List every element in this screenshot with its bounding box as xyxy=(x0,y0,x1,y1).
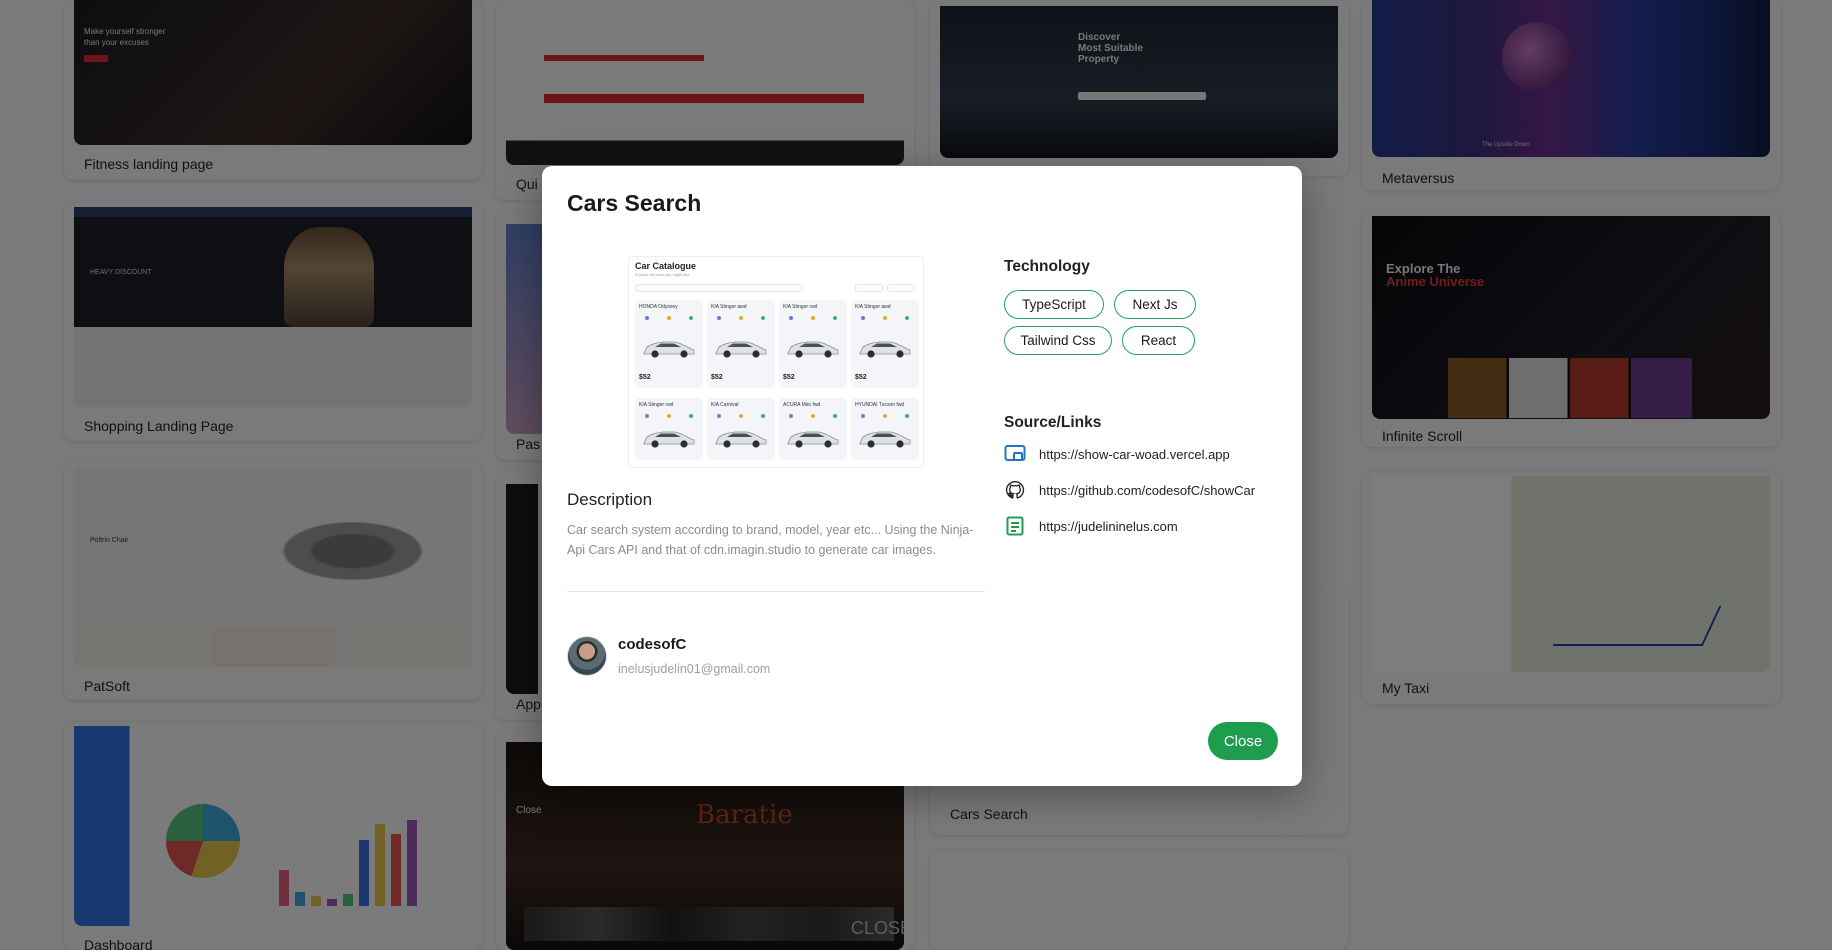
car-spec-icons xyxy=(861,414,909,418)
portfolio-link[interactable]: https://judelininelus.com xyxy=(1004,514,1178,538)
car-image xyxy=(859,341,911,358)
car-name: ACURA Mdx fwd xyxy=(783,402,821,408)
tech-chip-nextjs: Next Js xyxy=(1114,290,1196,319)
tech-chip-react: React xyxy=(1122,326,1195,355)
car-price: $52 xyxy=(711,374,723,381)
github-link[interactable]: https://github.com/codesofC/showCar xyxy=(1004,478,1255,502)
car-spec-icons xyxy=(645,414,693,418)
car-price: $52 xyxy=(855,374,867,381)
technology-heading: Technology xyxy=(1004,258,1090,275)
car-name: KIA Stinger awd xyxy=(711,304,747,310)
car-spec-icons xyxy=(717,316,765,320)
link-url: https://judelininelus.com xyxy=(1039,518,1178,534)
author-avatar xyxy=(567,636,607,676)
description-text: Car search system according to brand, mo… xyxy=(567,523,974,557)
car-name: HYUNDAI Tucson fwd xyxy=(855,402,905,408)
car-card: KIA Stinger rwd xyxy=(635,398,703,460)
tech-chip-typescript: TypeScript xyxy=(1004,290,1104,319)
car-image xyxy=(859,431,911,448)
car-spec-icons xyxy=(861,316,909,320)
sources-heading: Source/Links xyxy=(1004,414,1102,431)
preview-filter xyxy=(855,284,883,292)
divider xyxy=(567,591,985,592)
car-spec-icons xyxy=(789,316,837,320)
car-name: KIA Stinger rwd xyxy=(639,402,674,408)
car-name: HONDA Odyssey xyxy=(639,304,678,310)
car-card: KIA Carnival xyxy=(707,398,775,460)
github-icon xyxy=(1004,479,1026,501)
car-card: KIA Stinger awd $52 xyxy=(707,300,775,388)
car-spec-icons xyxy=(717,414,765,418)
car-image xyxy=(715,431,767,448)
car-name: KIA Stinger rwd xyxy=(783,304,818,310)
author-name: codesofC xyxy=(618,636,687,653)
car-image xyxy=(715,341,767,358)
preview-title: Car Catalogue xyxy=(635,261,697,271)
car-image xyxy=(787,431,839,448)
link-url: https://github.com/codesofC/showCar xyxy=(1039,482,1256,498)
close-button[interactable]: Close xyxy=(1208,722,1278,760)
car-image xyxy=(787,341,839,358)
document-icon xyxy=(1004,515,1026,537)
car-card: KIA Stinger awd $52 xyxy=(851,300,919,388)
project-preview-image: Car Catalogue Explore the cars you might… xyxy=(628,256,924,468)
car-image xyxy=(643,431,695,448)
author-email: inelusjudelin01@gmail.com xyxy=(618,662,771,676)
car-name: KIA Stinger awd xyxy=(855,304,891,310)
preview-filter xyxy=(887,284,915,292)
car-spec-icons xyxy=(645,316,693,320)
preview-search-bar xyxy=(635,284,803,292)
car-spec-icons xyxy=(789,414,837,418)
link-url: https://show-car-woad.vercel.app xyxy=(1039,446,1230,462)
car-price: $52 xyxy=(783,374,795,381)
modal-title: Cars Search xyxy=(567,190,702,216)
preview-subtitle: Explore the cars you might like xyxy=(635,272,690,277)
car-card: HONDA Odyssey $52 xyxy=(635,300,703,388)
car-card: HYUNDAI Tucson fwd xyxy=(851,398,919,460)
live-demo-link[interactable]: https://show-car-woad.vercel.app xyxy=(1004,442,1230,466)
car-image xyxy=(643,341,695,358)
tech-chip-tailwind: Tailwind Css xyxy=(1004,326,1112,355)
description-heading: Description xyxy=(567,490,653,509)
car-card: ACURA Mdx fwd xyxy=(779,398,847,460)
car-name: KIA Carnival xyxy=(711,402,739,408)
car-price: $52 xyxy=(639,374,651,381)
project-detail-modal: Cars Search Car Catalogue Explore the ca… xyxy=(542,166,1302,786)
car-card: KIA Stinger rwd $52 xyxy=(779,300,847,388)
screen-link-icon xyxy=(1004,443,1026,465)
